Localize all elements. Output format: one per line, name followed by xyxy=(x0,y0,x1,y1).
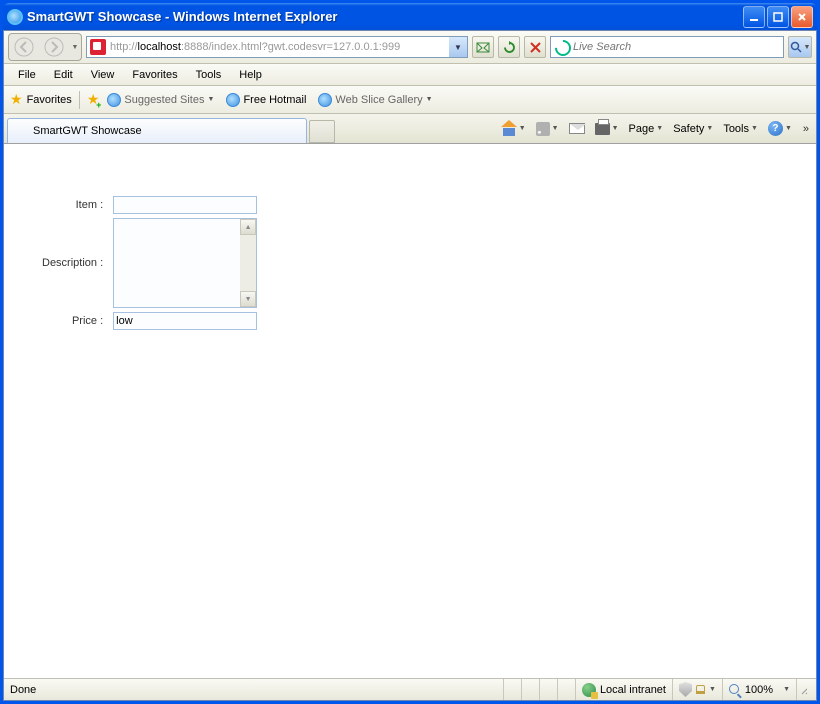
shield-icon xyxy=(679,682,692,697)
minimize-button[interactable] xyxy=(743,6,765,28)
mail-icon xyxy=(569,123,585,134)
lock-icon xyxy=(696,685,705,694)
price-label: Price : xyxy=(42,312,107,330)
resize-grip[interactable] xyxy=(796,679,810,700)
address-dropdown[interactable]: ▼ xyxy=(449,37,467,57)
read-mail-button[interactable] xyxy=(566,121,588,136)
ie-icon xyxy=(7,9,23,25)
favorites-bar: ★ Favorites ★ Suggested Sites ▼ Free Hot… xyxy=(4,86,816,114)
tab-active[interactable]: SmartGWT Showcase xyxy=(7,118,307,143)
menu-edit[interactable]: Edit xyxy=(46,67,81,83)
print-icon xyxy=(595,123,610,135)
url-text[interactable]: http://localhost:8888/index.html?gwt.cod… xyxy=(109,41,449,53)
new-tab-button[interactable] xyxy=(309,120,335,143)
favorites-star-icon[interactable]: ★ xyxy=(10,91,23,108)
bing-icon xyxy=(555,40,569,54)
menu-tools[interactable]: Tools xyxy=(188,67,230,83)
history-dropdown[interactable]: ▼ xyxy=(69,34,81,60)
description-textarea[interactable] xyxy=(114,219,240,307)
rss-icon xyxy=(536,122,550,136)
item-input[interactable] xyxy=(113,196,257,214)
home-icon xyxy=(501,122,517,136)
menu-bar: File Edit View Favorites Tools Help xyxy=(4,64,816,86)
close-button[interactable] xyxy=(791,6,813,28)
tab-icon xyxy=(14,124,28,138)
menu-help[interactable]: Help xyxy=(231,67,270,83)
add-favorite-icon[interactable]: ★ xyxy=(87,91,100,108)
status-cell xyxy=(557,679,575,700)
favorites-label[interactable]: Favorites xyxy=(27,94,72,106)
scroll-down-button[interactable]: ▼ xyxy=(240,291,256,307)
print-button[interactable]: ▼ xyxy=(592,121,622,137)
description-field: ▲ ▼ xyxy=(113,218,257,308)
site-icon xyxy=(226,93,240,107)
tab-bar: SmartGWT Showcase ▼ ▼ ▼ Page ▼ Safety ▼ … xyxy=(4,114,816,144)
site-icon xyxy=(90,39,106,55)
browser-window: SmartGWT Showcase - Windows Internet Exp… xyxy=(0,0,820,704)
stop-button[interactable] xyxy=(524,36,546,58)
page-menu[interactable]: Page ▼ xyxy=(626,121,667,137)
menu-favorites[interactable]: Favorites xyxy=(124,67,185,83)
zoom-control[interactable]: 100% ▼ xyxy=(722,679,796,700)
zone-icon xyxy=(582,683,596,697)
zoom-label: 100% xyxy=(745,684,773,696)
security-zone[interactable]: Local intranet xyxy=(575,679,672,700)
forward-button[interactable] xyxy=(39,34,69,60)
page-content: Item : Description : ▲ ▼ xyxy=(4,144,816,678)
free-hotmail-link[interactable]: Free Hotmail xyxy=(222,91,310,109)
tools-menu[interactable]: Tools ▼ xyxy=(720,121,761,137)
safety-menu[interactable]: Safety ▼ xyxy=(670,121,716,137)
maximize-button[interactable] xyxy=(767,6,789,28)
home-button[interactable]: ▼ xyxy=(498,120,529,138)
search-button[interactable]: ▼ xyxy=(788,36,812,58)
price-input[interactable] xyxy=(113,312,257,330)
command-bar: ▼ ▼ ▼ Page ▼ Safety ▼ Tools ▼ ?▼ » xyxy=(498,114,813,143)
description-label: Description : xyxy=(42,218,107,308)
scroll-up-button[interactable]: ▲ xyxy=(240,219,256,235)
suggested-sites-link[interactable]: Suggested Sites ▼ xyxy=(103,91,218,109)
compat-view-button[interactable] xyxy=(472,36,494,58)
search-input[interactable] xyxy=(573,41,783,53)
tab-label: SmartGWT Showcase xyxy=(33,125,142,137)
navigation-bar: ▼ http://localhost:8888/index.html?gwt.c… xyxy=(4,31,816,64)
titlebar[interactable]: SmartGWT Showcase - Windows Internet Exp… xyxy=(3,3,817,30)
menu-file[interactable]: File xyxy=(10,67,44,83)
zone-label: Local intranet xyxy=(600,684,666,696)
web-slice-link[interactable]: Web Slice Gallery ▼ xyxy=(314,91,436,109)
separator xyxy=(79,91,80,109)
back-forward-group: ▼ xyxy=(8,33,82,61)
overflow-button[interactable]: » xyxy=(803,123,809,135)
status-bar: Done Local intranet ▼ 100% ▼ xyxy=(4,678,816,700)
help-icon: ? xyxy=(768,121,783,136)
window-title: SmartGWT Showcase - Windows Internet Exp… xyxy=(27,9,743,24)
help-button[interactable]: ?▼ xyxy=(765,119,795,138)
refresh-button[interactable] xyxy=(498,36,520,58)
site-icon xyxy=(107,93,121,107)
item-label: Item : xyxy=(42,196,107,214)
site-icon xyxy=(318,93,332,107)
protected-mode[interactable]: ▼ xyxy=(672,679,722,700)
feeds-button[interactable]: ▼ xyxy=(533,120,562,138)
browser-chrome: ▼ http://localhost:8888/index.html?gwt.c… xyxy=(3,30,817,701)
zoom-icon xyxy=(729,684,741,696)
status-cell xyxy=(521,679,539,700)
search-box[interactable] xyxy=(550,36,784,58)
status-cell xyxy=(539,679,557,700)
status-text: Done xyxy=(10,684,36,696)
scroll-track[interactable] xyxy=(240,235,256,291)
menu-view[interactable]: View xyxy=(83,67,123,83)
address-bar[interactable]: http://localhost:8888/index.html?gwt.cod… xyxy=(86,36,468,58)
textarea-scrollbar[interactable]: ▲ ▼ xyxy=(240,219,256,307)
form: Item : Description : ▲ ▼ xyxy=(36,192,263,334)
status-cell xyxy=(503,679,521,700)
back-button[interactable] xyxy=(9,34,39,60)
